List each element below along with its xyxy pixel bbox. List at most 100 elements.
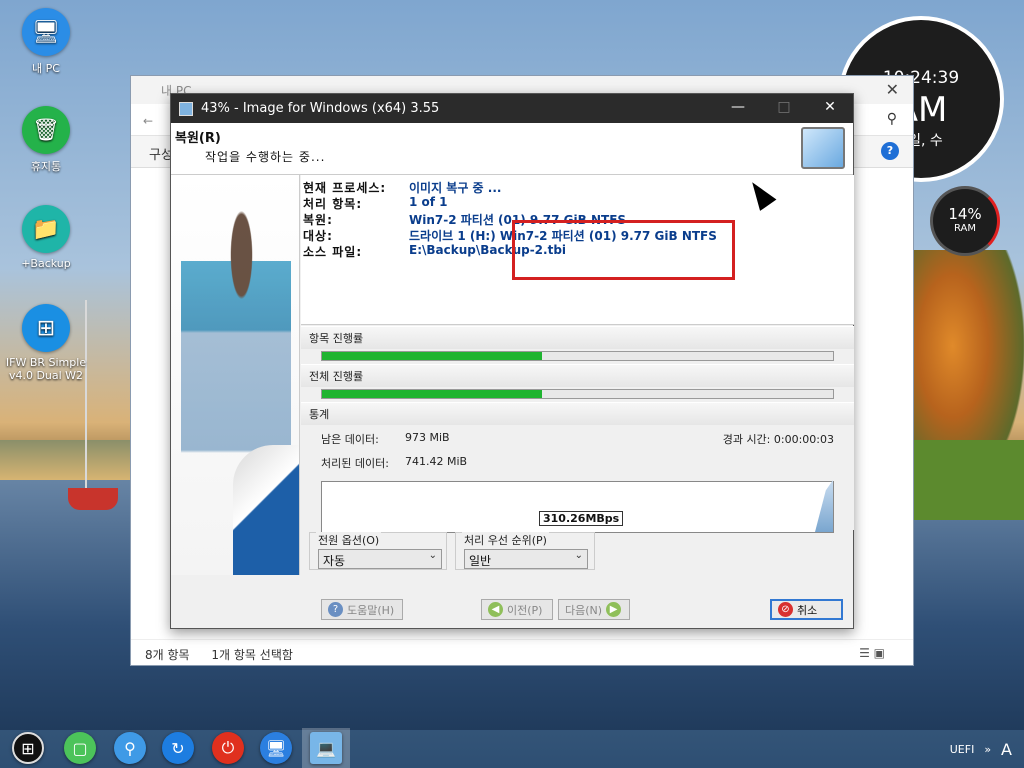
- total-progress-fill: [322, 390, 542, 398]
- close-icon[interactable]: ✕: [886, 80, 899, 99]
- desktop-icon-label: +Backup: [21, 257, 71, 270]
- stats-label: 통계: [301, 402, 854, 425]
- maximize-button[interactable]: □: [761, 94, 807, 123]
- header-subtitle: 작업을 수행하는 중...: [205, 150, 326, 164]
- power-options-value: 자동: [323, 554, 346, 568]
- next-button[interactable]: 다음(N) ▶: [558, 599, 630, 620]
- help-button-label: 도움말(H): [347, 603, 395, 617]
- total-progress-bar: [321, 389, 834, 399]
- power-options-group: 전원 옵션(O) 자동 ⌄: [309, 532, 447, 570]
- chevron-down-icon: ⌄: [574, 550, 583, 561]
- restore-label: 복원:: [303, 213, 333, 227]
- taskbar-ifw-icon[interactable]: 💻: [310, 732, 342, 764]
- total-progress-label: 전체 진행률: [301, 364, 854, 387]
- desktop-icon-label: 휴지통: [30, 160, 62, 173]
- source-label: 소스 파일:: [303, 245, 363, 259]
- throughput-speed: 310.26MBps: [539, 511, 624, 526]
- processed-value: 741.42 MiB: [405, 455, 468, 468]
- ram-percent: 14%: [948, 205, 982, 223]
- app-icon: [179, 102, 193, 116]
- elapsed-group: 경과 시간: 0:00:00:03: [723, 431, 834, 447]
- remaining-value: 973 MiB: [405, 431, 450, 444]
- view-mode-icons[interactable]: ☰ ▣: [859, 646, 885, 660]
- system-tray: UEFI » A: [950, 740, 1012, 759]
- chevron-down-icon: ⌄: [428, 550, 437, 561]
- total-progress-section: 전체 진행률: [301, 364, 854, 402]
- wallpaper-boat: [68, 488, 118, 510]
- status-item-count: 8개 항목: [145, 648, 190, 662]
- arrow-left-icon: ◀: [488, 602, 503, 617]
- explorer-statusbar: 8개 항목 1개 항목 선택함 ☰ ▣: [131, 639, 913, 665]
- item-progress-bar: [321, 351, 834, 361]
- processed-label: 처리된 데이터:: [321, 457, 389, 470]
- cancel-icon: ⊘: [778, 602, 793, 617]
- desktop-icon-my-pc[interactable]: 🖥 내 PC: [0, 8, 96, 76]
- ime-indicator[interactable]: A: [1001, 740, 1012, 759]
- power-options-select[interactable]: 자동 ⌄: [318, 549, 442, 569]
- elapsed-label: 경과 시간:: [722, 433, 771, 446]
- wallpaper-hills: [0, 440, 130, 480]
- power-options-label: 전원 옵션(O): [316, 532, 382, 548]
- ram-label: RAM: [953, 223, 976, 234]
- priority-label: 처리 우선 순위(P): [462, 532, 549, 548]
- dialog-title: 43% - Image for Windows (x64) 3.55: [201, 101, 440, 116]
- process-label: 현재 프로세스:: [303, 181, 387, 195]
- prev-button[interactable]: ◀ 이전(P): [481, 599, 553, 620]
- desktop-icon-recycle-bin[interactable]: 🗑 휴지통: [0, 106, 96, 174]
- page-curl: [233, 445, 299, 575]
- start-button[interactable]: ⊞: [12, 732, 44, 764]
- arrow-right-icon: ▶: [606, 602, 622, 617]
- elapsed-value: 0:00:00:03: [773, 433, 834, 446]
- desktop-icon-label: 내 PC: [32, 62, 60, 75]
- status-selected: 1개 항목 선택함: [211, 648, 293, 662]
- taskbar-desktop-icon[interactable]: ▢: [64, 732, 96, 764]
- help-icon[interactable]: ?: [881, 142, 899, 160]
- taskbar-power-icon[interactable]: ⏻: [212, 732, 244, 764]
- priority-group: 처리 우선 순위(P) 일반 ⌄: [455, 532, 595, 570]
- priority-select[interactable]: 일반 ⌄: [464, 549, 588, 569]
- item-progress-label: 항목 진행률: [301, 326, 854, 349]
- desktop-icon-label: v4.0 Dual W2: [8, 369, 84, 382]
- cancel-button[interactable]: ⊘ 취소: [770, 599, 843, 620]
- target-label: 대상:: [303, 229, 333, 243]
- stats-section: 통계 남은 데이터: 973 MiB 경과 시간: 0:00:00:03 처리된…: [301, 402, 854, 533]
- search-icon[interactable]: ⚲: [887, 111, 897, 127]
- minimize-button[interactable]: —: [715, 94, 761, 123]
- items-value: 1 of 1: [409, 195, 448, 209]
- dialog-header: 복원(R) 작업을 수행하는 중...: [171, 123, 853, 175]
- help-circle-icon: ?: [328, 602, 343, 617]
- folder-add-icon: 📁: [22, 205, 70, 253]
- remaining-label: 남은 데이터:: [321, 433, 379, 446]
- uefi-indicator: UEFI: [949, 743, 975, 756]
- back-arrow-icon[interactable]: ←: [143, 114, 153, 128]
- taskbar-refresh-icon[interactable]: ↻: [162, 732, 194, 764]
- highlight-box: [512, 220, 735, 280]
- wallpaper-grass: [900, 440, 1024, 520]
- monitor-icon: 🖥: [22, 8, 70, 56]
- throughput-graph: 310.26MBps: [321, 480, 834, 533]
- help-button[interactable]: ? 도움말(H): [321, 599, 403, 620]
- options-row: 전원 옵션(O) 자동 ⌄ 처리 우선 순위(P) 일반 ⌄: [301, 532, 854, 572]
- desktop-icon-ifw-br[interactable]: ⊞ IFW BR Simple v4.0 Dual W2: [0, 304, 96, 382]
- priority-value: 일반: [469, 554, 492, 568]
- taskbar-search-icon[interactable]: ⚲: [114, 732, 146, 764]
- item-progress-section: 항목 진행률: [301, 326, 854, 364]
- items-label: 처리 항목:: [303, 197, 363, 211]
- prev-button-label: 이전(P): [507, 603, 543, 617]
- desktop-icon-label: IFW BR Simple: [5, 356, 87, 369]
- windows-logo-icon: ⊞: [22, 304, 70, 352]
- cancel-button-label: 취소: [797, 603, 818, 617]
- header-title: 복원(R): [175, 131, 221, 146]
- terabyte-banner-image: [171, 175, 300, 575]
- throughput-spike: [815, 480, 833, 532]
- next-button-label: 다음(N): [565, 603, 603, 617]
- item-progress-fill: [322, 352, 542, 360]
- dialog-titlebar[interactable]: 43% - Image for Windows (x64) 3.55 — □ ✕: [171, 94, 853, 123]
- taskbar-explorer-icon[interactable]: 🖥: [260, 732, 292, 764]
- desktop-icon-backup[interactable]: 📁 +Backup: [0, 205, 96, 270]
- process-value: 이미지 복구 중 ...: [409, 181, 502, 195]
- close-button[interactable]: ✕: [807, 94, 853, 123]
- computer-icon: [801, 127, 845, 169]
- ram-gauge: 14% RAM: [930, 186, 1000, 256]
- tray-chevron-icon[interactable]: »: [984, 743, 991, 756]
